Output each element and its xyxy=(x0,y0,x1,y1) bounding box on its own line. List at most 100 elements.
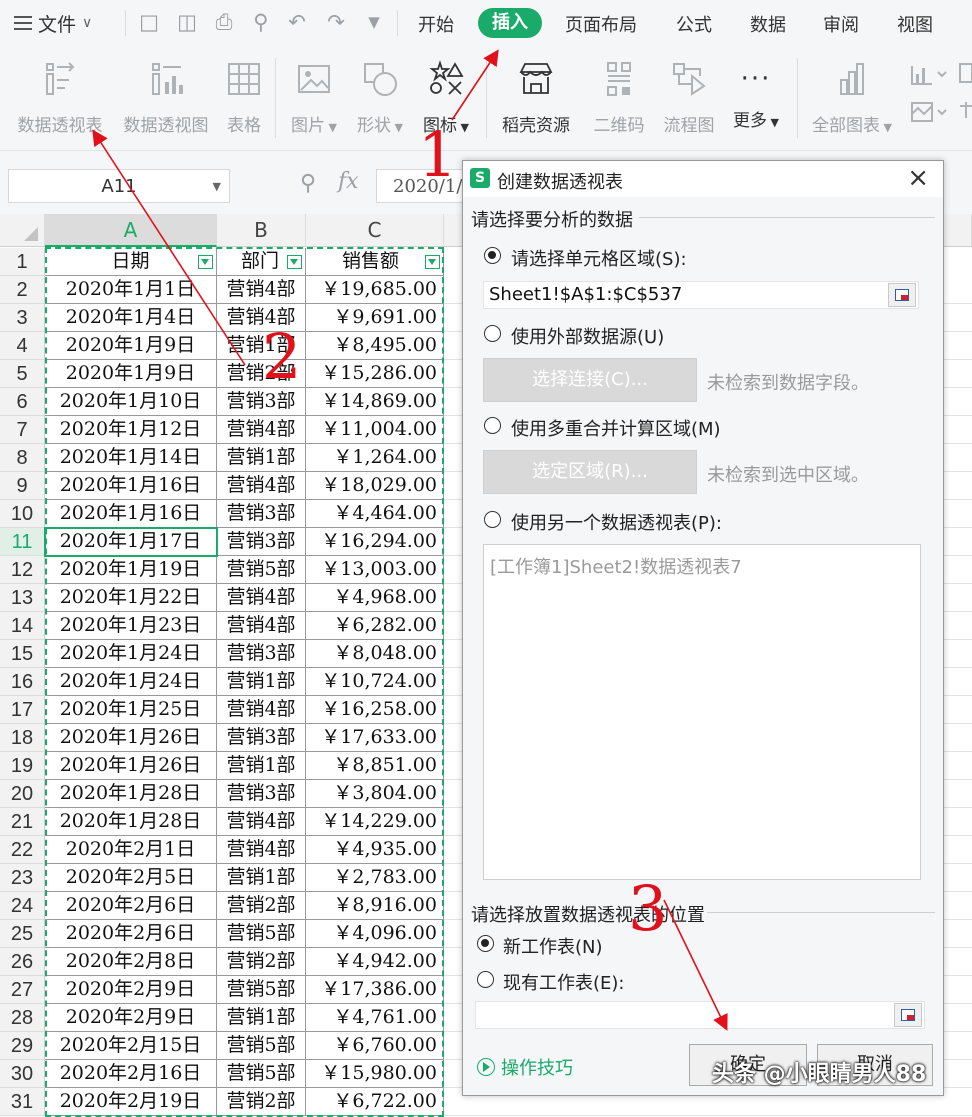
amount-cell[interactable]: ￥4,761.00 xyxy=(306,1004,444,1032)
date-cell[interactable]: 2020年2月19日 xyxy=(45,1088,217,1116)
more-button[interactable]: ··· 更多 ▼ xyxy=(728,60,784,131)
date-cell[interactable]: 2020年2月15日 xyxy=(45,1032,217,1060)
column-header-b[interactable]: B xyxy=(217,214,306,247)
date-cell[interactable]: 2020年1月16日 xyxy=(45,500,217,528)
amount-cell[interactable]: ￥8,048.00 xyxy=(306,640,444,668)
amount-cell[interactable]: ￥13,003.00 xyxy=(306,556,444,584)
date-cell[interactable]: 2020年1月9日 xyxy=(45,360,217,388)
date-cell[interactable]: 2020年1月22日 xyxy=(45,584,217,612)
table-button[interactable]: 表格 xyxy=(222,60,266,136)
column-header-c[interactable]: C xyxy=(306,214,444,247)
date-cell[interactable]: 2020年1月25日 xyxy=(45,696,217,724)
row-header[interactable]: 21 xyxy=(0,808,45,836)
radio-select-range[interactable] xyxy=(484,247,501,264)
department-cell[interactable]: 营销4部 xyxy=(217,472,306,500)
tab-data[interactable]: 数据 xyxy=(750,11,786,37)
date-cell[interactable]: 2020年1月28日 xyxy=(45,780,217,808)
radio-new-worksheet[interactable] xyxy=(477,935,494,952)
amount-cell[interactable]: ￥6,722.00 xyxy=(306,1088,444,1116)
print-preview-icon[interactable]: ⚲ xyxy=(249,10,273,34)
date-cell[interactable]: 2020年1月19日 xyxy=(45,556,217,584)
department-cell[interactable]: 营销1部 xyxy=(217,668,306,696)
department-cell[interactable]: 营销1部 xyxy=(217,1004,306,1032)
amount-cell[interactable]: ￥9,691.00 xyxy=(306,304,444,332)
date-cell[interactable]: 2020年1月24日 xyxy=(45,640,217,668)
department-cell[interactable]: 营销4部 xyxy=(217,836,306,864)
amount-cell[interactable]: ￥2,783.00 xyxy=(306,864,444,892)
row-header[interactable]: 6 xyxy=(0,388,45,416)
name-box[interactable]: A11 ▼ xyxy=(8,169,230,203)
tab-review[interactable]: 审阅 xyxy=(823,11,859,37)
department-cell[interactable]: 营销3部 xyxy=(217,500,306,528)
location-picker-icon[interactable] xyxy=(894,1003,922,1027)
department-cell[interactable]: 营销3部 xyxy=(217,528,306,556)
row-header[interactable]: 12 xyxy=(0,556,45,584)
department-cell[interactable]: 营销4部 xyxy=(217,416,306,444)
department-cell[interactable]: 营销3部 xyxy=(217,640,306,668)
row-header[interactable]: 19 xyxy=(0,752,45,780)
amount-cell[interactable]: ￥14,869.00 xyxy=(306,388,444,416)
more-charts-icon[interactable] xyxy=(958,62,972,126)
filter-dropdown-icon[interactable] xyxy=(198,255,213,269)
date-cell[interactable]: 2020年1月16日 xyxy=(45,472,217,500)
row-header[interactable]: 9 xyxy=(0,472,45,500)
date-cell[interactable]: 2020年1月1日 xyxy=(45,276,217,304)
row-header[interactable]: 1 xyxy=(0,248,45,276)
flowchart-button[interactable]: 流程图 xyxy=(658,60,720,136)
department-cell[interactable]: 营销4部 xyxy=(217,276,306,304)
tab-insert[interactable]: 插入 xyxy=(478,8,542,38)
fx-icon[interactable]: fx xyxy=(338,169,359,194)
department-cell[interactable]: 营销4部 xyxy=(217,696,306,724)
amount-cell[interactable]: ￥4,464.00 xyxy=(306,500,444,528)
range-input[interactable]: Sheet1!$A$1:$C$537 xyxy=(483,281,919,309)
amount-cell[interactable]: ￥8,495.00 xyxy=(306,332,444,360)
header-cell-dept[interactable]: 部门 xyxy=(217,248,306,276)
amount-cell[interactable]: ￥16,258.00 xyxy=(306,696,444,724)
date-cell[interactable]: 2020年1月12日 xyxy=(45,416,217,444)
row-header[interactable]: 2 xyxy=(0,276,45,304)
header-cell-amount[interactable]: 销售额 xyxy=(306,248,444,276)
date-cell[interactable]: 2020年1月9日 xyxy=(45,332,217,360)
tab-formulas[interactable]: 公式 xyxy=(676,11,712,37)
amount-cell[interactable]: ￥10,724.00 xyxy=(306,668,444,696)
undo-icon[interactable]: ↶ xyxy=(285,10,309,34)
date-cell[interactable]: 2020年2月8日 xyxy=(45,948,217,976)
row-header[interactable]: 26 xyxy=(0,948,45,976)
row-header[interactable]: 3 xyxy=(0,304,45,332)
department-cell[interactable]: 营销4部 xyxy=(217,584,306,612)
tab-page-layout[interactable]: 页面布局 xyxy=(565,11,637,37)
amount-cell[interactable]: ￥17,386.00 xyxy=(306,976,444,1004)
department-cell[interactable]: 营销5部 xyxy=(217,920,306,948)
zoom-formula-icon[interactable]: ⚲ xyxy=(300,171,316,196)
date-cell[interactable]: 2020年1月26日 xyxy=(45,724,217,752)
row-header[interactable]: 30 xyxy=(0,1060,45,1088)
row-header[interactable]: 25 xyxy=(0,920,45,948)
list-item[interactable]: [工作簿1]Sheet2!数据透视表7 xyxy=(490,553,914,579)
file-menu-button[interactable]: 文件 ∨ xyxy=(14,9,92,37)
department-cell[interactable]: 营销1部 xyxy=(217,864,306,892)
date-cell[interactable]: 2020年2月5日 xyxy=(45,864,217,892)
export-pdf-icon[interactable]: ◫ xyxy=(175,10,199,34)
row-header[interactable]: 5 xyxy=(0,360,45,388)
row-header[interactable]: 13 xyxy=(0,584,45,612)
choose-connection-button[interactable]: 选择连接(C)... xyxy=(483,358,697,402)
date-cell[interactable]: 2020年1月26日 xyxy=(45,752,217,780)
date-cell[interactable]: 2020年2月6日 xyxy=(45,892,217,920)
row-header[interactable]: 31 xyxy=(0,1088,45,1116)
department-cell[interactable]: 营销5部 xyxy=(217,1032,306,1060)
department-cell[interactable]: 营销4部 xyxy=(217,808,306,836)
date-cell[interactable]: 2020年1月14日 xyxy=(45,444,217,472)
department-cell[interactable]: 营销5部 xyxy=(217,1060,306,1088)
pivot-chart-button[interactable]: 数据透视图 xyxy=(118,60,214,136)
redo-icon[interactable]: ↷ xyxy=(324,10,348,34)
department-cell[interactable]: 营销2部 xyxy=(217,948,306,976)
row-header[interactable]: 15 xyxy=(0,640,45,668)
amount-cell[interactable]: ￥11,004.00 xyxy=(306,416,444,444)
radio-external-source[interactable] xyxy=(484,325,501,342)
row-header[interactable]: 17 xyxy=(0,696,45,724)
department-cell[interactable]: 营销3部 xyxy=(217,780,306,808)
tab-home[interactable]: 开始 xyxy=(418,11,454,37)
column-header-a[interactable]: A xyxy=(45,214,217,247)
amount-cell[interactable]: ￥18,029.00 xyxy=(306,472,444,500)
amount-cell[interactable]: ￥16,294.00 xyxy=(306,528,444,556)
